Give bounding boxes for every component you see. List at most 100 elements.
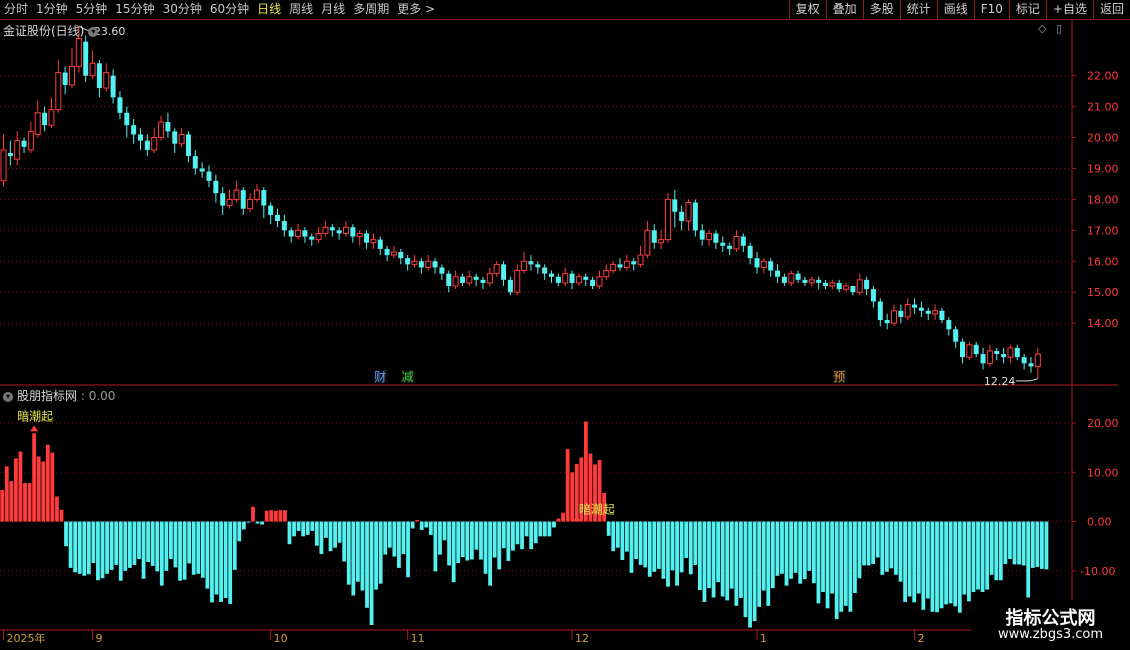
side-strip (1118, 20, 1130, 630)
indicator-bar (273, 510, 278, 522)
candle-body (446, 273, 452, 287)
candle-body (480, 279, 486, 283)
indicator-bar (387, 521, 392, 548)
candle-body (631, 261, 637, 265)
candle-body (364, 233, 370, 243)
indicator-bar (848, 521, 853, 612)
period-tab-8[interactable]: 月线 (317, 0, 349, 19)
toolbar-buttons: 复权 叠加 多股 统计 画线 F10 标记 +自选 返回 (788, 0, 1130, 19)
candle-body (75, 38, 82, 67)
price-tick-label: 14.00 (1087, 317, 1119, 330)
toolbar-button-5[interactable]: F10 (973, 0, 1009, 19)
indicator-bar (565, 449, 570, 522)
toolbar-button-8[interactable]: 返回 (1092, 0, 1130, 19)
indicator-bar (442, 521, 447, 541)
period-tab-4[interactable]: 30分钟 (159, 0, 206, 19)
indicator-bar (866, 521, 871, 566)
indicator-bar (638, 521, 643, 565)
stock-title[interactable]: 金证股份(日线) ▾ (3, 22, 99, 39)
indicator-bar (501, 521, 506, 549)
period-tab-2[interactable]: 5分钟 (72, 0, 112, 19)
indicator-bar (369, 521, 374, 626)
indicator-title[interactable]: ▾ 股朋指标网 : 0.00 (3, 387, 115, 404)
candle-body (528, 261, 534, 265)
indicator-bar (91, 521, 96, 563)
indicator-bar (1035, 521, 1040, 567)
candle-body (575, 276, 582, 284)
toolbar-button-6[interactable]: 标记 (1008, 0, 1046, 19)
indicator-bar (748, 521, 752, 628)
period-tab-5[interactable]: 60分钟 (206, 0, 253, 19)
indicator-bar (196, 521, 201, 574)
indicator-bar (410, 521, 415, 529)
candle-body (994, 350, 1000, 355)
period-tab-0[interactable]: 分时 (0, 0, 32, 19)
chevron-down-icon[interactable]: ▾ (3, 391, 13, 402)
indicator-bar (465, 521, 470, 561)
panel-controls: ◇ ▯ (1038, 22, 1062, 35)
indicator-bar (96, 521, 100, 581)
indicator-bar (64, 521, 68, 547)
indicator-bar (935, 521, 939, 613)
indicator-bar (734, 521, 739, 606)
indicator-bar (702, 521, 707, 602)
candle-body (343, 226, 349, 234)
toolbar-button-4[interactable]: 画线 (936, 0, 974, 19)
candle-body (151, 137, 158, 151)
indicator-bar (278, 510, 283, 522)
indicator-bar (9, 481, 14, 522)
indicator-bar (55, 496, 59, 522)
candle-body (220, 193, 226, 206)
indicator-bar (679, 521, 684, 573)
indicator-bar (210, 521, 214, 603)
indicator-bar (775, 521, 780, 576)
indicator-bar (383, 521, 388, 555)
indicator-title-text: 股朋指标网 (17, 389, 78, 403)
candle-body (596, 276, 603, 287)
candle-body (514, 270, 521, 293)
window-icon[interactable]: ▯ (1056, 22, 1062, 35)
indicator-bar (1012, 521, 1017, 565)
indicator-bar (1003, 521, 1008, 564)
candle-body (1028, 363, 1034, 367)
candle-body (555, 276, 561, 283)
indicator-bar (68, 521, 73, 568)
candle-body (329, 227, 335, 231)
candle-body (405, 258, 411, 265)
indicator-bar (314, 521, 319, 546)
candle-body (658, 239, 665, 244)
period-tab-1[interactable]: 1分钟 (32, 0, 72, 19)
indicator-bar (533, 521, 538, 544)
period-tab-7[interactable]: 周线 (285, 0, 317, 19)
toolbar-button-0[interactable]: 复权 (788, 0, 826, 19)
indicator-bar (907, 521, 912, 597)
period-tab-10[interactable]: 更多 > (393, 0, 439, 19)
indicator-bar (711, 521, 716, 598)
indicator-bar (830, 521, 835, 594)
indicator-bar (173, 521, 178, 568)
chevron-down-icon[interactable]: ▾ (88, 26, 99, 37)
indicator-bar (889, 521, 894, 569)
period-tab-6[interactable]: 日线 (253, 0, 285, 19)
candle-body (692, 202, 698, 231)
diamond-icon[interactable]: ◇ (1038, 22, 1046, 35)
indicator-bar (821, 521, 825, 593)
period-tab-3[interactable]: 15分钟 (111, 0, 158, 19)
high-price-label: 23.60 (94, 25, 126, 38)
toolbar-button-1[interactable]: 叠加 (825, 0, 863, 19)
toolbar-button-7[interactable]: +自选 (1045, 0, 1093, 19)
indicator-bar (114, 521, 119, 565)
candle-body (740, 236, 746, 246)
signal-label-1: 暗潮起 (579, 502, 615, 517)
indicator-bar (834, 521, 839, 620)
candle-body (226, 198, 233, 207)
toolbar-button-2[interactable]: 多股 (862, 0, 900, 19)
indicator-bar (542, 521, 547, 537)
candle-body (727, 245, 733, 249)
period-tab-9[interactable]: 多周期 (349, 0, 393, 19)
toolbar-button-3[interactable]: 统计 (899, 0, 937, 19)
period-tabs: 分时 1分钟 5分钟 15分钟 30分钟 60分钟 日线 周线 月线 多周期 更多 > (0, 0, 439, 19)
indicator-bar (980, 521, 985, 593)
indicator-bar (351, 521, 356, 596)
indicator-bar (561, 512, 565, 522)
